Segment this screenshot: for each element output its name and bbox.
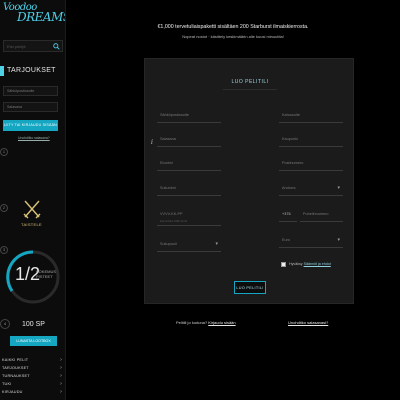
gender-placeholder: Sukupuoli <box>160 242 177 246</box>
first-name-placeholder: Etunimi <box>160 161 173 165</box>
sidebar-email-placeholder: Sähköpostiosoite <box>7 89 35 93</box>
collect-lootbox-button[interactable]: LUNASTA LOOTBOX <box>10 336 57 346</box>
login-link[interactable]: Kirjaudu sisään <box>208 320 235 325</box>
phone-number-field[interactable]: Puhelinnumero <box>300 208 343 222</box>
nav-label: TUKI <box>2 382 12 386</box>
chevron-right-icon: › <box>60 389 62 395</box>
forgot-password-link[interactable]: Unohditko salasanasi? <box>288 320 328 325</box>
search-icon[interactable] <box>53 43 60 50</box>
chevron-right-icon: › <box>60 357 62 363</box>
form-title: LUO PELITILI <box>231 79 269 85</box>
nav-item-all-games[interactable]: KAIKKI PELIT › <box>0 356 65 364</box>
chevron-down-icon: ▾ <box>215 241 218 247</box>
last-name-placeholder: Sukunimi <box>160 186 176 190</box>
sidebar-nav: KAIKKI PELIT › TARJOUKSET › TURNAUKSET › TU… <box>0 356 65 396</box>
gender-select[interactable]: Sukupuoli ▾ <box>157 238 221 252</box>
join-or-login-button[interactable]: LIITY TAI KIRJAUDU SISÄÄN <box>3 120 58 131</box>
nav-item-offers[interactable]: TARJOUKSET › <box>0 364 65 372</box>
info-icon[interactable]: i <box>151 139 153 146</box>
have-account-text: Pelitili jo luotuna? Kirjaudu sisään <box>176 320 236 325</box>
nav-item-login[interactable]: KIRJAUDU › <box>0 388 65 396</box>
terms-prefix: Hyväksy <box>289 262 303 266</box>
title-divider <box>223 89 277 90</box>
chevron-right-icon: › <box>60 365 62 371</box>
city-placeholder: Kaupunki <box>282 137 298 141</box>
email-field[interactable]: Sähköpostiosoite <box>157 109 221 123</box>
postal-code-placeholder: Postinumero <box>282 161 304 165</box>
chevron-right-icon: › <box>60 381 62 387</box>
nav-label: KAIKKI PELIT <box>2 358 29 362</box>
terms-link[interactable]: Säännöt ja ehdot <box>304 262 331 266</box>
create-account-button[interactable]: LUO PELITILI <box>234 281 266 294</box>
sidebar: Voodoo DREAMS Etsi pelejä TARJOUKSET Säh… <box>0 0 66 400</box>
nav-item-tournaments[interactable]: TURNAUKSET › <box>0 372 65 380</box>
join-or-login-label: LIITY TAI KIRJAUDU SISÄÄN <box>4 123 57 127</box>
street-address-field[interactable]: Katuosoite <box>279 109 343 123</box>
registration-panel: LUO PELITILI i Sähköpostiosoite Salasana… <box>144 58 354 304</box>
last-name-field[interactable]: Sukunimi <box>157 182 221 196</box>
nav-item-support[interactable]: TUKI › <box>0 380 65 388</box>
stage-number-2: 2 <box>0 204 8 212</box>
promo-text: €1,000 tervetuliaispaketti sisältäen 200… <box>157 24 309 30</box>
country-select[interactable]: Andorra ▾ <box>279 182 343 196</box>
nav-label: TARJOUKSET <box>2 366 29 370</box>
phone-prefix: +376 <box>279 208 297 222</box>
chevron-down-icon: ▾ <box>337 185 340 191</box>
chevron-right-icon: › <box>60 373 62 379</box>
nav-label: TURNAUKSET <box>2 374 30 378</box>
sidebar-password-field[interactable]: Salasana <box>3 102 58 112</box>
sp-balance: 4 100 SP <box>0 319 65 330</box>
phone-number-placeholder: Puhelinnumero <box>303 212 329 216</box>
nav-label: KIRJAUDU <box>2 390 23 394</box>
currency-select[interactable]: Euro ▾ <box>279 234 343 248</box>
main-content: €1,000 tervetuliaispaketti sisältäen 200… <box>66 0 400 400</box>
collect-lootbox-label: LUNASTA LOOTBOX <box>16 339 51 343</box>
chevron-down-icon: ▾ <box>337 237 340 243</box>
city-field[interactable]: Kaupunki <box>279 133 343 147</box>
search-placeholder: Etsi pelejä <box>7 44 26 49</box>
birthdate-field[interactable]: VVVV-KK-PP Esimerkiksi 1980-10-26 <box>157 208 221 226</box>
sp-value: 100 SP <box>22 321 45 328</box>
voodoo-dreams-logo[interactable]: Voodoo DREAMS <box>3 2 66 36</box>
sidebar-password-placeholder: Salasana <box>7 105 22 109</box>
birthdate-hint: Esimerkiksi 1980-10-26 <box>160 220 188 223</box>
first-name-field[interactable]: Etunimi <box>157 157 221 171</box>
crossed-swords-icon <box>23 200 41 219</box>
offers-title: TARJOUKSET <box>7 67 56 74</box>
search-input[interactable]: Etsi pelejä <box>3 40 63 52</box>
xp-line2: PISTEET <box>36 274 53 279</box>
fight-label: TAISTELE <box>21 222 42 227</box>
level-progress: 1/2 KOKEMUS PISTEET <box>4 248 62 306</box>
password-placeholder: Salasana <box>160 137 176 141</box>
currency-value: Euro <box>282 238 291 242</box>
street-address-placeholder: Katuosoite <box>282 113 300 117</box>
experience-points-label: KOKEMUS PISTEET <box>36 269 56 279</box>
terms-checkbox[interactable] <box>281 262 286 267</box>
sp-coin-icon: 4 <box>0 319 10 329</box>
birthdate-placeholder: VVVV-KK-PP <box>160 212 183 216</box>
phone-prefix-value: +376 <box>282 212 291 216</box>
promo-subtext: Nopeat nostot · käsittely keskimäärin al… <box>182 34 284 39</box>
have-account-label: Pelitili jo luotuna? <box>176 320 208 325</box>
postal-code-field[interactable]: Postinumero <box>279 157 343 171</box>
country-value: Andorra <box>282 186 296 190</box>
email-placeholder: Sähköpostiosoite <box>160 113 189 117</box>
terms-label: Hyväksy Säännöt ja ehdot <box>289 262 331 266</box>
create-account-label: LUO PELITILI <box>236 286 264 290</box>
sidebar-forgot-password-link[interactable]: Unohditko salasana? <box>18 136 50 140</box>
sidebar-email-field[interactable]: Sähköpostiosoite <box>3 86 58 96</box>
stage-number-1: 1 <box>0 148 8 156</box>
logo-line2: DREAMS <box>17 10 66 24</box>
offers-section-header[interactable]: TARJOUKSET <box>0 66 65 76</box>
section-marker <box>0 66 4 76</box>
password-field[interactable]: Salasana <box>157 133 221 147</box>
